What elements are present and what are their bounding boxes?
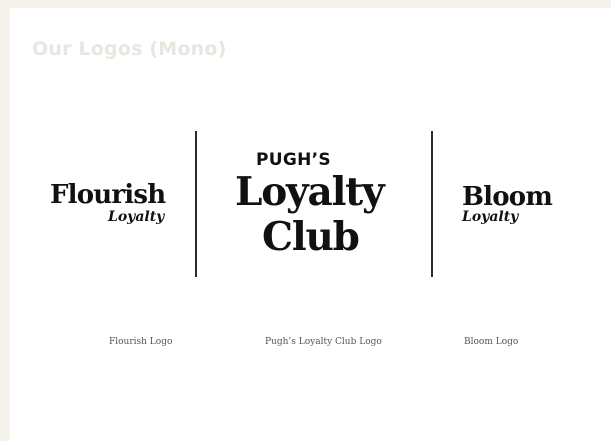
bloom-logo-caption: Bloom Logo	[464, 337, 519, 347]
bloom-logo-subtitle: Loyalty	[462, 209, 519, 225]
pughs-logo-line1: Loyalty	[235, 169, 385, 215]
pughs-logo-line2: Club	[262, 214, 360, 260]
flourish-logo-wordmark: Flourish	[50, 180, 166, 210]
logo-divider-left	[195, 131, 197, 277]
logo-divider-right	[431, 131, 433, 277]
pughs-logo-caption: Pugh’s Loyalty Club Logo	[265, 337, 382, 347]
logos-card: Our Logos (Mono) Flourish Loyalty PUGH’S…	[10, 8, 611, 441]
bloom-logo-wordmark: Bloom	[462, 182, 553, 212]
section-title: Our Logos (Mono)	[32, 38, 227, 60]
pughs-logo-top-text: PUGH’S	[256, 150, 331, 170]
flourish-logo-caption: Flourish Logo	[109, 337, 173, 347]
flourish-logo-subtitle: Loyalty	[108, 209, 165, 225]
